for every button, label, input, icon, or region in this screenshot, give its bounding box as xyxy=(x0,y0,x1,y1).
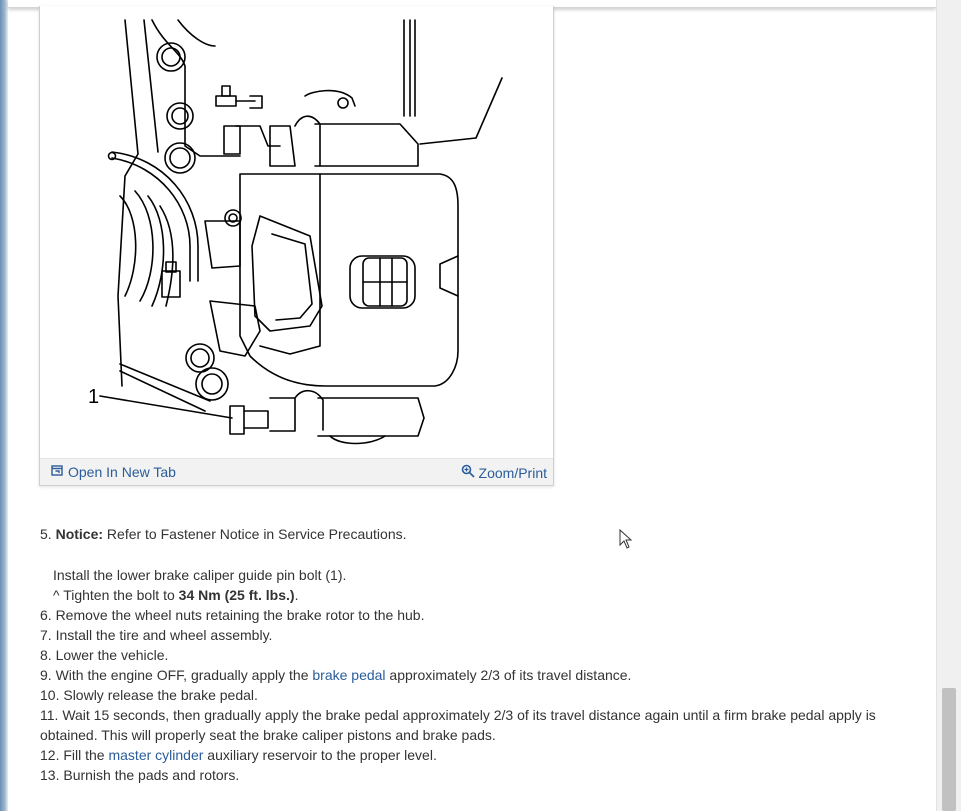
step-11: 11. Wait 15 seconds, then gradually appl… xyxy=(40,707,876,743)
step-7: 7. Install the tire and wheel assembly. xyxy=(40,627,273,643)
master-cylinder-link[interactable]: master cylinder xyxy=(108,747,203,763)
torque-spec: 34 Nm (25 ft. lbs.) xyxy=(178,587,295,603)
step-8: 8. Lower the vehicle. xyxy=(40,647,169,663)
tighten-suffix: . xyxy=(294,587,299,603)
figure-card: 1 Open In New Tab Zoom/Print xyxy=(39,6,554,486)
notice-text: Refer to Fastener Notice in Service Prec… xyxy=(103,526,407,542)
step-13: 13. Burnish the pads and rotors. xyxy=(40,767,240,783)
brake-pedal-link[interactable]: brake pedal xyxy=(312,667,385,683)
mouse-cursor-icon xyxy=(619,529,633,549)
step-6: 6. Remove the wheel nuts retaining the b… xyxy=(40,607,425,623)
open-in-new-tab-link[interactable]: Open In New Tab xyxy=(51,464,176,480)
callout-number: 1 xyxy=(88,386,100,408)
notice-label: Notice: xyxy=(55,526,104,542)
step-9: 9. With the engine OFF, gradually apply … xyxy=(40,665,900,685)
window-left-edge xyxy=(0,0,8,811)
scrollbar-thumb[interactable] xyxy=(942,688,956,811)
tighten-prefix: ^ Tighten the bolt to xyxy=(53,587,179,603)
open-new-tab-icon xyxy=(51,464,64,480)
step-12: 12. Fill the master cylinder auxiliary r… xyxy=(40,745,900,765)
brake-caliper-diagram xyxy=(99,19,503,445)
zoom-print-link[interactable]: Zoom/Print xyxy=(461,464,547,481)
figure-toolbar: Open In New Tab Zoom/Print xyxy=(40,458,553,485)
open-in-new-tab-label: Open In New Tab xyxy=(68,464,176,480)
step-5-tighten: ^ Tighten the bolt to 34 Nm (25 ft. lbs.… xyxy=(40,585,900,605)
step-12-suffix: auxiliary reservoir to the proper level. xyxy=(203,747,437,763)
step-9-suffix: approximately 2/3 of its travel distance… xyxy=(385,667,632,683)
step-5: 5. Notice: Refer to Fastener Notice in S… xyxy=(40,524,900,544)
step-12-prefix: 12. Fill the xyxy=(40,747,109,763)
step-5-number: 5. xyxy=(40,526,52,542)
zoom-print-label: Zoom/Print xyxy=(478,464,547,481)
procedure-steps: 5. Notice: Refer to Fastener Notice in S… xyxy=(40,524,900,785)
magnifier-icon xyxy=(461,464,475,481)
step-5-install: Install the lower brake caliper guide pi… xyxy=(53,567,347,583)
vertical-scrollbar[interactable] xyxy=(936,0,961,811)
step-9-prefix: 9. With the engine OFF, gradually apply … xyxy=(40,667,313,683)
step-10: 10. Slowly release the brake pedal. xyxy=(40,687,258,703)
